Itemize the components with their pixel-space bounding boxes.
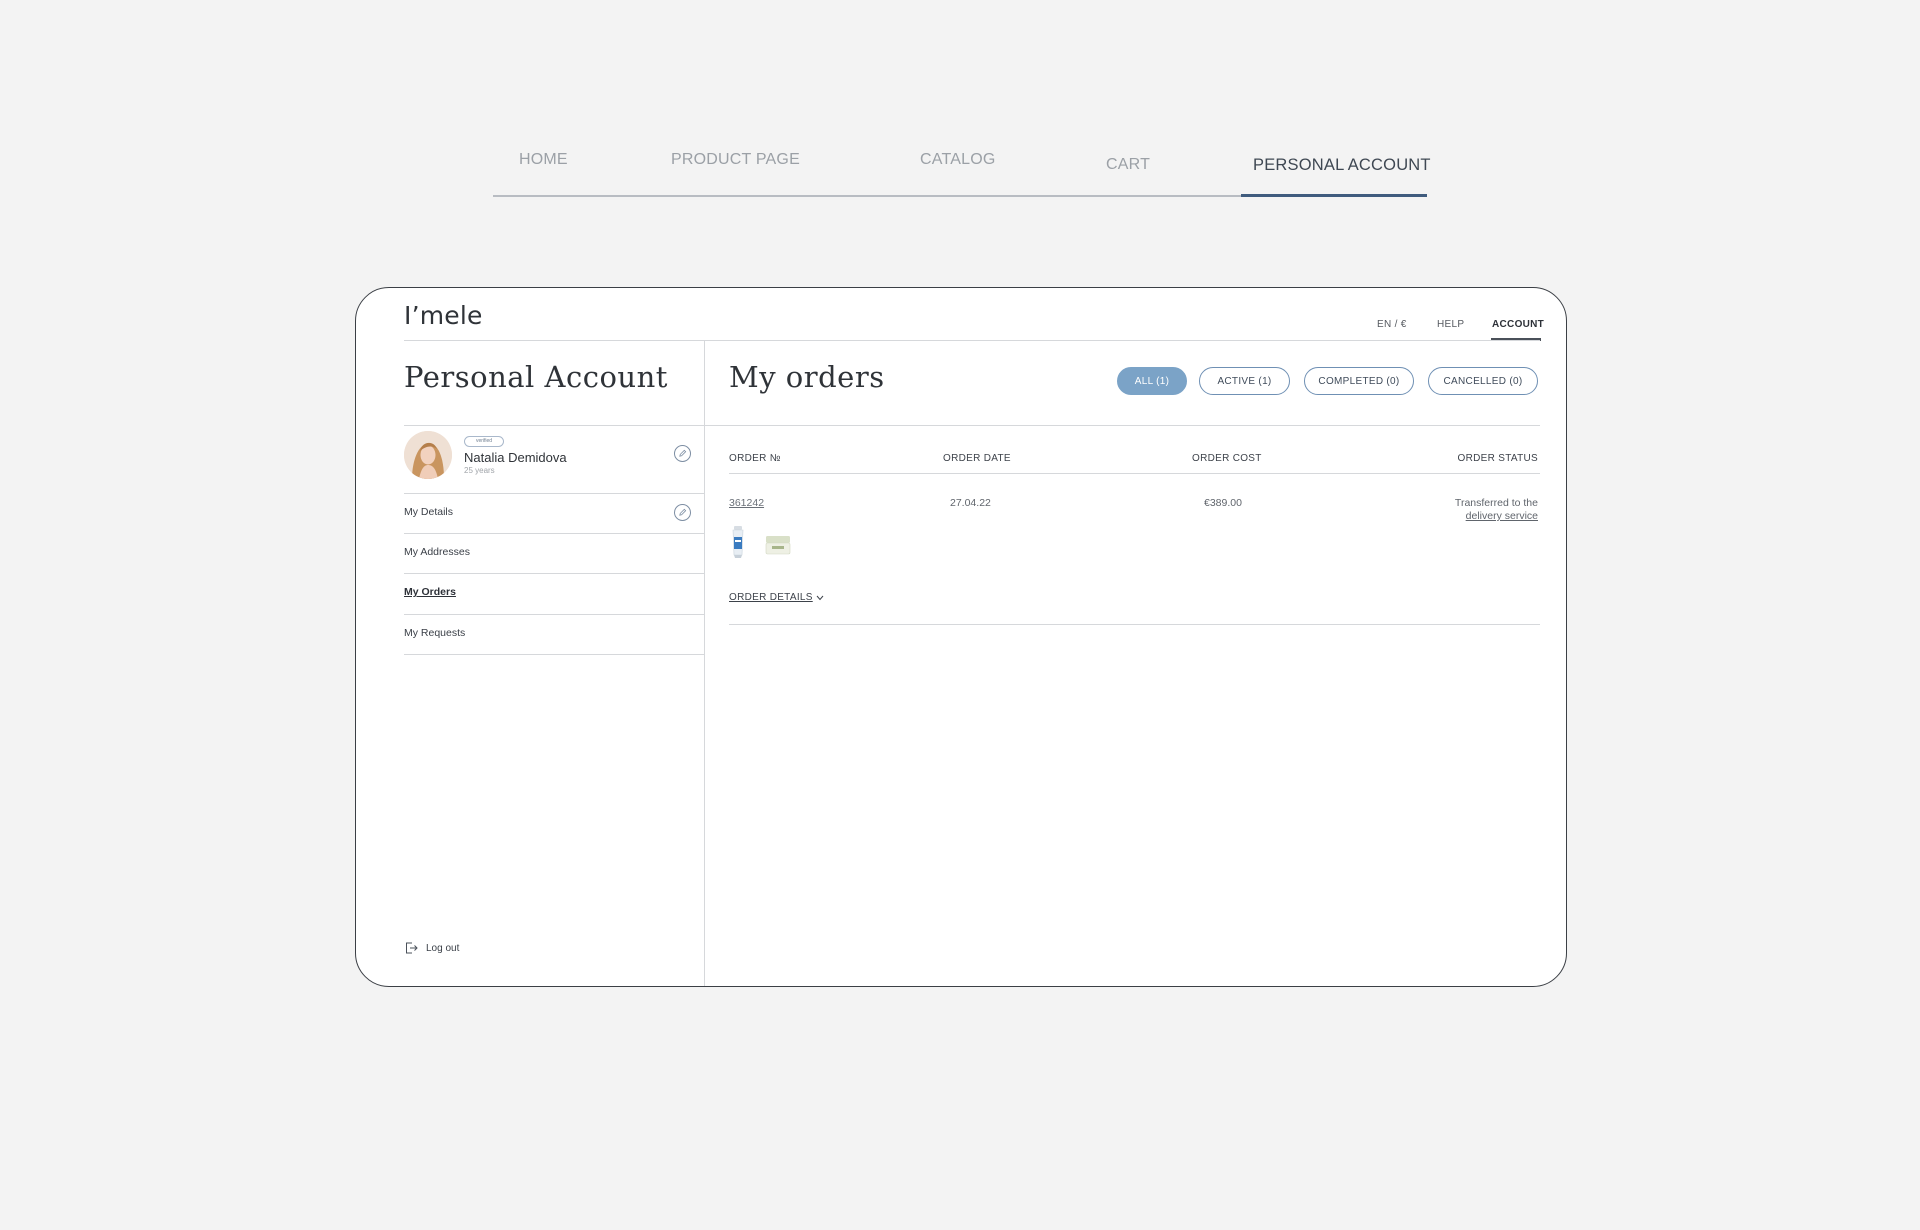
order-details-label: ORDER DETAILS [729,592,813,603]
section-divider [404,425,1540,426]
product-thumbnail-tube[interactable] [730,525,746,559]
order-details-toggle[interactable]: ORDER DETAILS [729,592,824,603]
account-page-frame: I’mele EN / € HELP ACCOUNT Personal Acco… [355,287,1567,987]
sidebar-divider-4 [404,614,704,615]
sidebar-item-my-requests[interactable]: My Requests [404,627,465,639]
sidebar-divider-5 [404,654,704,655]
tab-home[interactable]: HOME [519,151,568,169]
help-link[interactable]: HELP [1437,319,1464,330]
order-number-link[interactable]: 361242 [729,497,764,509]
nav-active-indicator [1241,194,1427,197]
pencil-icon [679,508,687,516]
delivery-service-link[interactable]: delivery service [1455,510,1538,523]
sidebar-item-my-addresses[interactable]: My Addresses [404,546,470,558]
column-order-number: ORDER № [729,453,781,464]
verified-badge: verified [464,436,504,447]
sidebar-divider [704,341,705,986]
pencil-icon [679,449,687,457]
user-age: 25 years [464,466,495,475]
user-name: Natalia Demidova [464,450,567,465]
order-status-text: Transferred to the [1454,497,1538,509]
column-order-date: ORDER DATE [943,453,1011,464]
sidebar-item-my-details[interactable]: My Details [404,506,453,518]
filter-active-button[interactable]: ACTIVE (1) [1199,367,1290,395]
column-order-status: ORDER STATUS [1457,453,1538,464]
logout-label: Log out [426,942,460,954]
avatar [404,431,452,479]
filter-cancelled-button[interactable]: CANCELLED (0) [1428,367,1538,395]
tab-product-page[interactable]: PRODUCT PAGE [671,151,800,169]
brand-logo[interactable]: I’mele [404,301,483,330]
tab-cart[interactable]: CART [1106,156,1150,174]
order-date: 27.04.22 [950,497,991,509]
orders-title: My orders [729,360,885,394]
showcase-nav: HOME PRODUCT PAGE CATALOG CART PERSONAL … [493,0,1431,197]
edit-profile-button[interactable] [674,445,691,462]
page-title: Personal Account [404,360,668,394]
logout-button[interactable]: Log out [404,941,459,955]
filter-completed-button[interactable]: COMPLETED (0) [1304,367,1414,395]
sidebar-divider-1 [404,493,704,494]
table-header-divider [729,473,1540,474]
chevron-down-icon [816,595,824,600]
order-status: Transferred to the delivery service [1455,497,1538,523]
edit-details-button[interactable] [674,504,691,521]
order-row-divider [729,624,1540,625]
sidebar-divider-3 [404,573,704,574]
logout-icon [406,942,418,954]
sidebar-divider-2 [404,533,704,534]
tab-personal-account[interactable]: PERSONAL ACCOUNT [1253,156,1431,175]
order-cost: €389.00 [1204,497,1242,509]
account-link[interactable]: ACCOUNT [1492,319,1544,330]
tab-catalog[interactable]: CATALOG [920,151,996,169]
sidebar-item-my-orders[interactable]: My Orders [404,586,456,598]
filter-all-button[interactable]: ALL (1) [1117,367,1187,395]
product-thumbnail-jar[interactable] [765,535,791,555]
language-currency-link[interactable]: EN / € [1377,319,1407,330]
header-divider [404,340,1540,341]
column-order-cost: ORDER COST [1192,453,1262,464]
